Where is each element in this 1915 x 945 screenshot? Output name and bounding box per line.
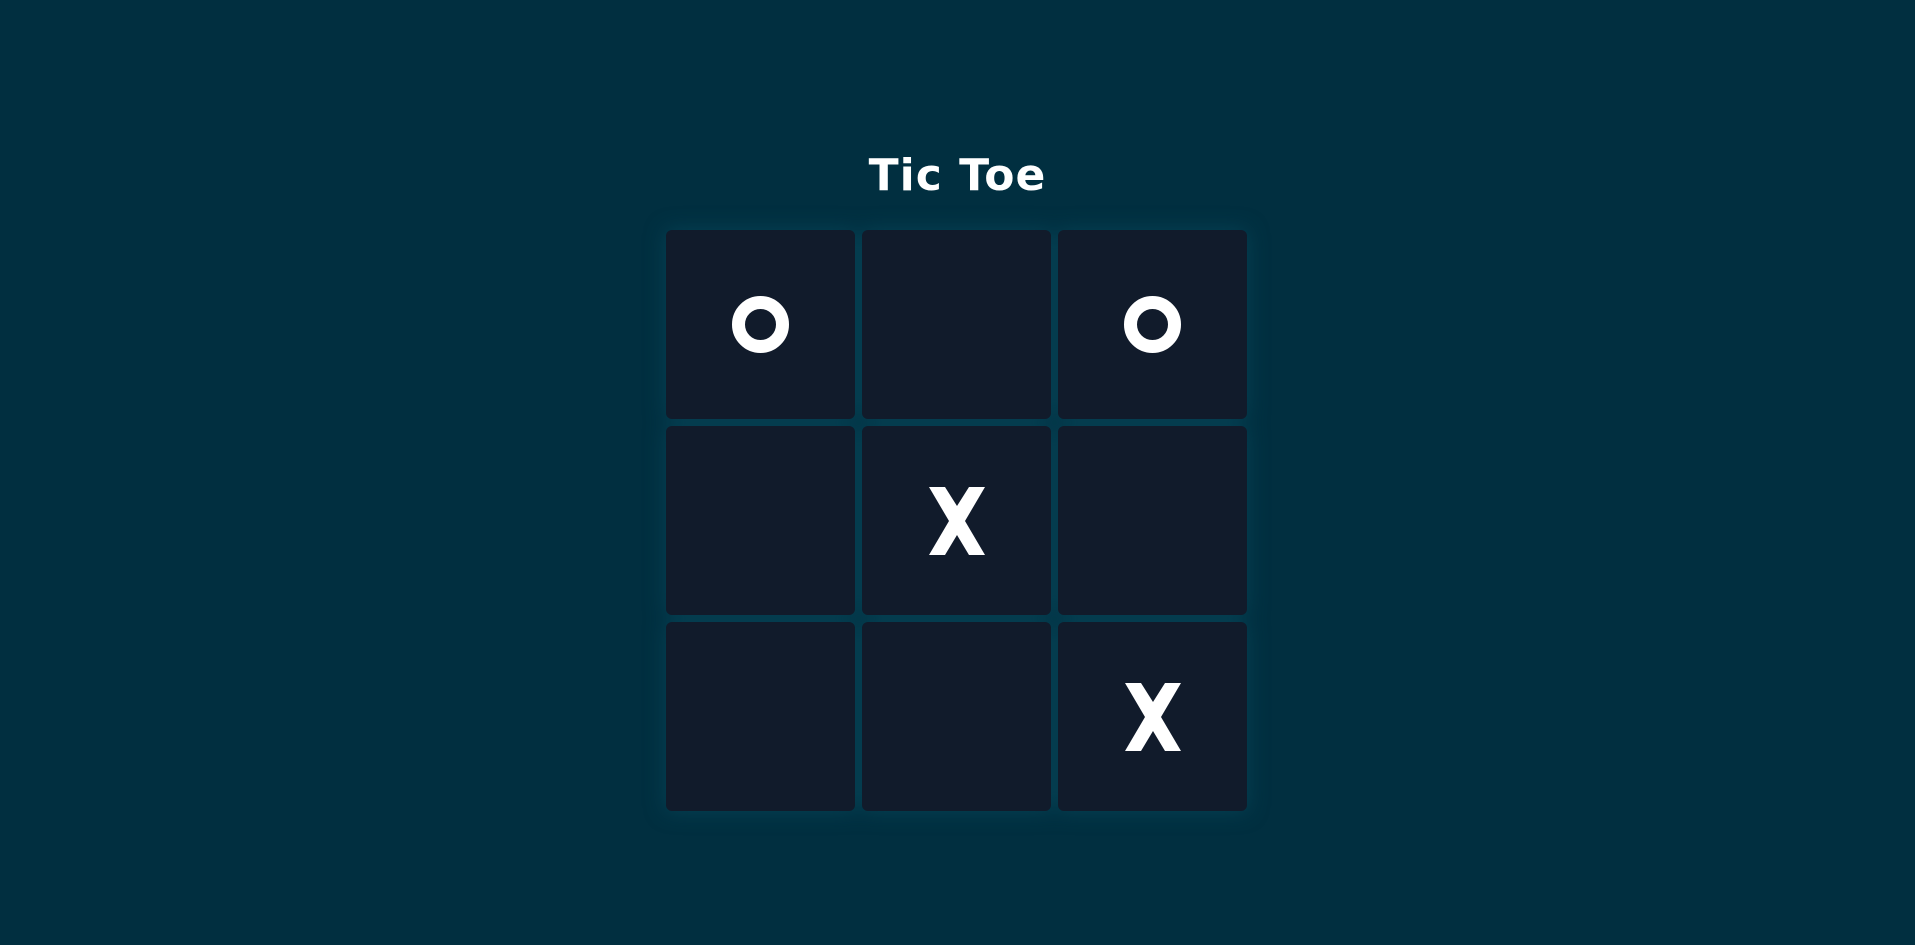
o-mark-icon — [1124, 296, 1181, 353]
board-cell-7[interactable] — [862, 622, 1051, 811]
game-page: Tic Toe O O X X — [0, 0, 1915, 945]
board-cell-8[interactable]: X — [1058, 622, 1247, 811]
game-board: O O X X — [666, 230, 1248, 812]
x-mark-icon — [928, 486, 985, 555]
o-mark-icon — [732, 296, 789, 353]
board-cell-4[interactable]: X — [862, 426, 1051, 615]
board-cell-2[interactable]: O — [1058, 230, 1247, 419]
board-cell-3[interactable] — [666, 426, 855, 615]
cell-value — [956, 324, 957, 325]
board-cell-5[interactable] — [1058, 426, 1247, 615]
cell-value — [760, 520, 761, 521]
board-cell-1[interactable] — [862, 230, 1051, 419]
cell-value — [1152, 520, 1153, 521]
cell-value — [760, 716, 761, 717]
x-mark-icon — [1124, 682, 1181, 751]
cell-value — [956, 716, 957, 717]
page-title: Tic Toe — [868, 150, 1047, 201]
board-cell-6[interactable] — [666, 622, 855, 811]
board-cell-0[interactable]: O — [666, 230, 855, 419]
